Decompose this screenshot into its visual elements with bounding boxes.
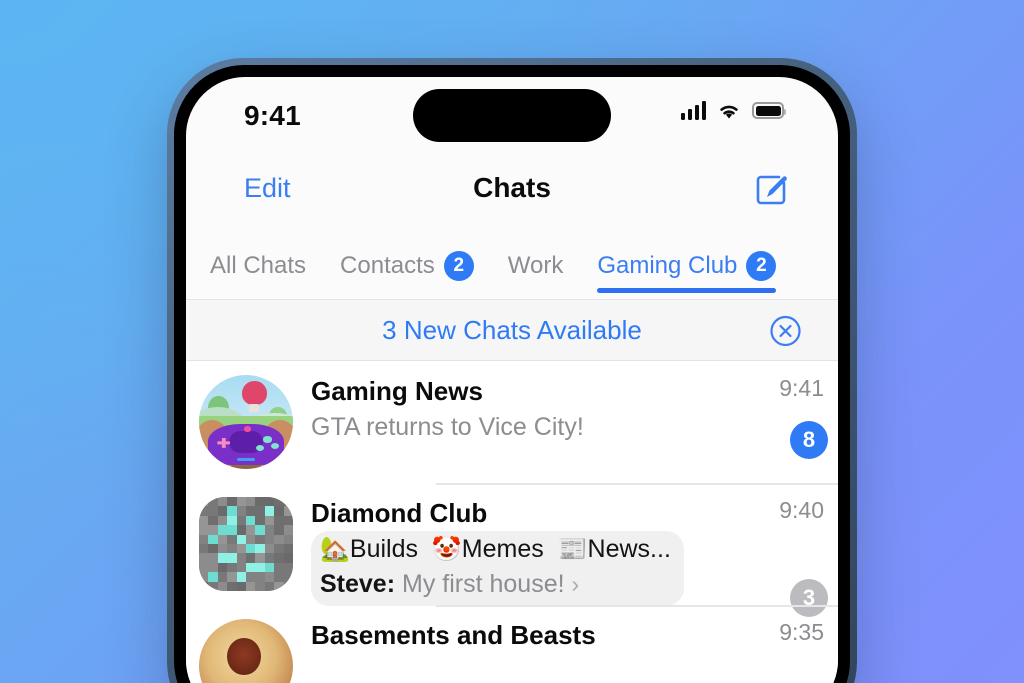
phone-bezel: 9:41 Edit Chats All Chats Contacts 2 Wor…: [174, 65, 850, 683]
chat-row-content: Basements and Beasts 9:35: [311, 605, 838, 683]
chat-row-gaming-news[interactable]: Gaming News GTA returns to Vice City! 9:…: [186, 361, 838, 483]
chat-row-basements-and-beasts[interactable]: Basements and Beasts 9:35: [186, 605, 838, 683]
new-chats-banner-label: 3 New Chats Available: [382, 315, 642, 345]
wifi-icon: [717, 102, 741, 120]
newspaper-emoji: 📰: [557, 536, 588, 563]
tab-gaming-club[interactable]: Gaming Club 2: [597, 235, 777, 293]
topic-name: Memes: [461, 535, 544, 563]
battery-icon: [752, 102, 786, 119]
tab-label: Gaming Club: [597, 252, 738, 279]
basements-and-beasts-avatar: [199, 619, 293, 683]
cellular-signal-icon: [680, 101, 706, 120]
tab-contacts[interactable]: Contacts 2: [340, 235, 474, 293]
tab-label: All Chats: [210, 252, 307, 279]
tab-badge: 2: [443, 251, 474, 281]
message-text: My first house!: [402, 570, 565, 598]
active-tab-indicator: [597, 288, 777, 293]
topic-name: Builds: [349, 535, 418, 563]
unread-badge: 8: [790, 421, 828, 459]
diamond-club-avatar: [199, 497, 293, 591]
dynamic-island: [413, 89, 611, 142]
screenshot-canvas: 9:41 Edit Chats All Chats Contacts 2 Wor…: [0, 0, 1024, 683]
chat-title: Diamond Club: [311, 498, 488, 528]
tab-label: Contacts: [340, 252, 435, 279]
phone-screen: 9:41 Edit Chats All Chats Contacts 2 Wor…: [186, 77, 838, 683]
topic-list: 🏡Builds 🤡Memes 📰News...: [320, 532, 671, 567]
chat-list: Gaming News GTA returns to Vice City! 9:…: [186, 361, 838, 683]
navigation-bar: Edit Chats: [186, 155, 838, 235]
tab-label: Work: [507, 252, 564, 279]
chat-timestamp: 9:40: [779, 497, 824, 523]
phone-device-frame: 9:41 Edit Chats All Chats Contacts 2 Wor…: [167, 58, 857, 683]
tab-bar: All Chats Contacts 2 Work Gaming Club 2: [186, 235, 838, 300]
message-sender: Steve:: [320, 570, 396, 598]
chat-timestamp: 9:35: [779, 619, 824, 645]
status-bar-time: 9:41: [244, 100, 301, 131]
chat-timestamp: 9:41: [779, 375, 824, 401]
clown-emoji: 🤡: [431, 536, 462, 563]
topic-preview-pill[interactable]: 🏡Builds 🤡Memes 📰News... Steve: My first …: [311, 531, 684, 606]
close-circle-icon[interactable]: [769, 314, 802, 347]
topic-message-line: Steve: My first house! ›: [320, 567, 671, 602]
row-separator: [436, 605, 838, 607]
chat-row-diamond-club[interactable]: Diamond Club 🏡Builds 🤡Memes 📰News... Ste…: [186, 483, 838, 617]
page-title: Chats: [473, 172, 551, 203]
chevron-right-icon: ›: [571, 571, 580, 597]
house-emoji: 🏡: [320, 536, 350, 563]
gaming-news-avatar: [199, 375, 293, 469]
chat-title: Basements and Beasts: [311, 620, 596, 650]
tab-badge: 2: [746, 251, 777, 281]
chat-title: Gaming News: [311, 376, 483, 406]
chat-preview: GTA returns to Vice City!: [311, 413, 584, 441]
tab-all-chats[interactable]: All Chats: [210, 235, 306, 293]
chat-row-content: Gaming News GTA returns to Vice City! 9:…: [311, 361, 838, 483]
compose-icon[interactable]: [752, 171, 790, 209]
tab-work[interactable]: Work: [508, 235, 564, 293]
status-bar-indicators: [680, 101, 786, 120]
chat-row-content: Diamond Club 🏡Builds 🤡Memes 📰News... Ste…: [311, 483, 838, 617]
status-bar: 9:41: [186, 77, 838, 155]
row-separator: [436, 483, 838, 485]
topic-name: News...: [587, 535, 671, 563]
new-chats-banner[interactable]: 3 New Chats Available: [186, 300, 838, 361]
